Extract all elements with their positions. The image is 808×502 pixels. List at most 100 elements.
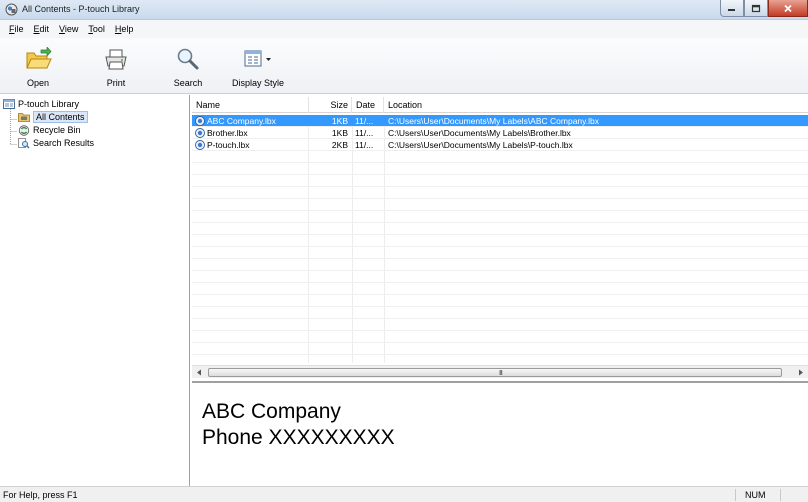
empty-row [192,295,808,307]
file-size-cell: 2KB [331,140,348,150]
scroll-left-arrow-icon [197,369,201,376]
scrollbar-thumb[interactable]: III [208,368,782,377]
menu-file[interactable]: File [4,24,29,34]
column-header-size[interactable]: Size [309,97,352,113]
status-help-text: For Help, press F1 [3,490,78,500]
tree-item-search-results[interactable]: Search Results [18,137,94,149]
toolbar: Open Print Search Display Style [0,38,808,94]
file-name-text: Brother.lbx [207,128,248,138]
empty-row [192,235,808,247]
ptouch-library-app-icon [5,3,18,16]
search-results-icon [18,137,30,149]
recycle-bin-icon [18,124,30,136]
file-row[interactable]: Brother.lbx 1KB 11/... C:\Users\User\Docume… [192,127,808,139]
status-num-indicator: NUM [745,490,766,500]
menu-edit[interactable]: Edit [29,24,55,34]
open-label: Open [26,78,50,88]
minimize-icon [728,9,735,11]
label-preview-pane: ABC Company Phone XXXXXXXXX [192,381,808,486]
file-date-cell: 11/... [355,128,374,138]
column-header-name[interactable]: Name [192,97,309,113]
list-header: Name Size Date Location [192,97,808,113]
display-style-icon [243,46,273,72]
tree-item-ptouch-library[interactable]: P-touch Library [3,98,79,110]
empty-row [192,175,808,187]
list-body: ABC Company.lbx 1KB 11/... C:\Users\User\Do… [192,115,808,367]
tree-item-recycle-bin[interactable]: Recycle Bin [18,124,81,136]
file-name-cell: ABC Company.lbx [195,115,307,127]
menu-help[interactable]: Help [110,24,139,34]
maximize-button[interactable] [744,0,768,17]
window-controls [720,0,808,18]
display-style-button[interactable]: Display Style [230,38,286,94]
empty-row [192,331,808,343]
menu-file-label: ile [14,24,24,34]
library-icon [3,99,15,110]
close-icon [784,4,792,12]
menu-view-label: iew [64,24,79,34]
file-size-cell: 1KB [331,128,348,138]
minimize-button[interactable] [720,0,744,17]
menu-tool[interactable]: Tool [83,24,110,34]
search-button[interactable]: Search [170,38,206,94]
file-name-cell: Brother.lbx [195,127,307,139]
column-header-date[interactable]: Date [352,97,384,113]
file-row[interactable]: ABC Company.lbx 1KB 11/... C:\Users\User\Do… [192,115,808,127]
scroll-right-button[interactable] [794,366,808,379]
print-button[interactable]: Print [98,38,134,94]
empty-row [192,199,808,211]
empty-row [192,247,808,259]
file-location-cell: C:\Users\User\Documents\My Labels\P-touc… [388,140,573,150]
menu-edit-label: dit [39,24,50,34]
dropdown-arrow-icon [266,58,271,61]
file-date-cell: 11/... [355,116,374,126]
scroll-left-button[interactable] [192,366,206,379]
file-location-cell: C:\Users\User\Documents\My Labels\Brothe… [388,128,571,138]
column-header-location[interactable]: Location [384,97,808,113]
scrollbar-grip: III [499,370,503,377]
tree-label-ptouch-library: P-touch Library [18,99,80,109]
search-label: Search [173,78,203,88]
horizontal-scrollbar[interactable]: III [192,365,808,378]
empty-row [192,163,808,175]
empty-row [192,343,808,355]
magnifier-search-icon [176,46,200,72]
title-bar: All Contents - P-touch Library [0,0,808,20]
maximize-icon [751,4,761,12]
empty-row [192,283,808,295]
status-bar: For Help, press F1 NUM [0,486,808,502]
file-name-text: ABC Company.lbx [207,116,276,126]
file-name-text: P-touch.lbx [207,140,250,150]
open-button[interactable]: Open [20,38,56,94]
close-button[interactable] [768,0,808,17]
menu-bar: File Edit View Tool Help [0,20,808,38]
preview-line-1: ABC Company [202,400,341,423]
menu-help-label: elp [121,24,134,34]
tree-label-recycle-bin: Recycle Bin [33,125,81,135]
preview-line-2: Phone XXXXXXXXX [202,426,395,449]
empty-row [192,307,808,319]
lbx-file-icon [195,128,205,138]
printer-icon [104,46,128,72]
open-folder-icon [24,46,52,72]
menu-view[interactable]: View [54,24,83,34]
file-size-cell: 1KB [331,116,348,126]
status-separator [780,489,781,501]
status-separator [735,489,736,501]
tree-item-all-contents[interactable]: All Contents [18,111,88,123]
scroll-right-arrow-icon [799,369,803,376]
tree-label-search-results: Search Results [33,138,95,148]
empty-row [192,151,808,163]
lbx-file-icon [195,140,205,150]
empty-row [192,271,808,283]
empty-row [192,211,808,223]
tree-label-all-contents: All Contents [33,111,88,123]
file-name-cell: P-touch.lbx [195,139,307,151]
lbx-file-icon [195,116,205,126]
file-location-cell: C:\Users\User\Documents\My Labels\ABC Co… [388,116,599,126]
file-row[interactable]: P-touch.lbx 2KB 11/... C:\Users\User\Docume… [192,139,808,151]
empty-row [192,223,808,235]
empty-row [192,187,808,199]
folder-tree-pane: P-touch Library All Contents Recycle Bin… [0,95,190,486]
all-contents-folder-icon [18,112,30,123]
